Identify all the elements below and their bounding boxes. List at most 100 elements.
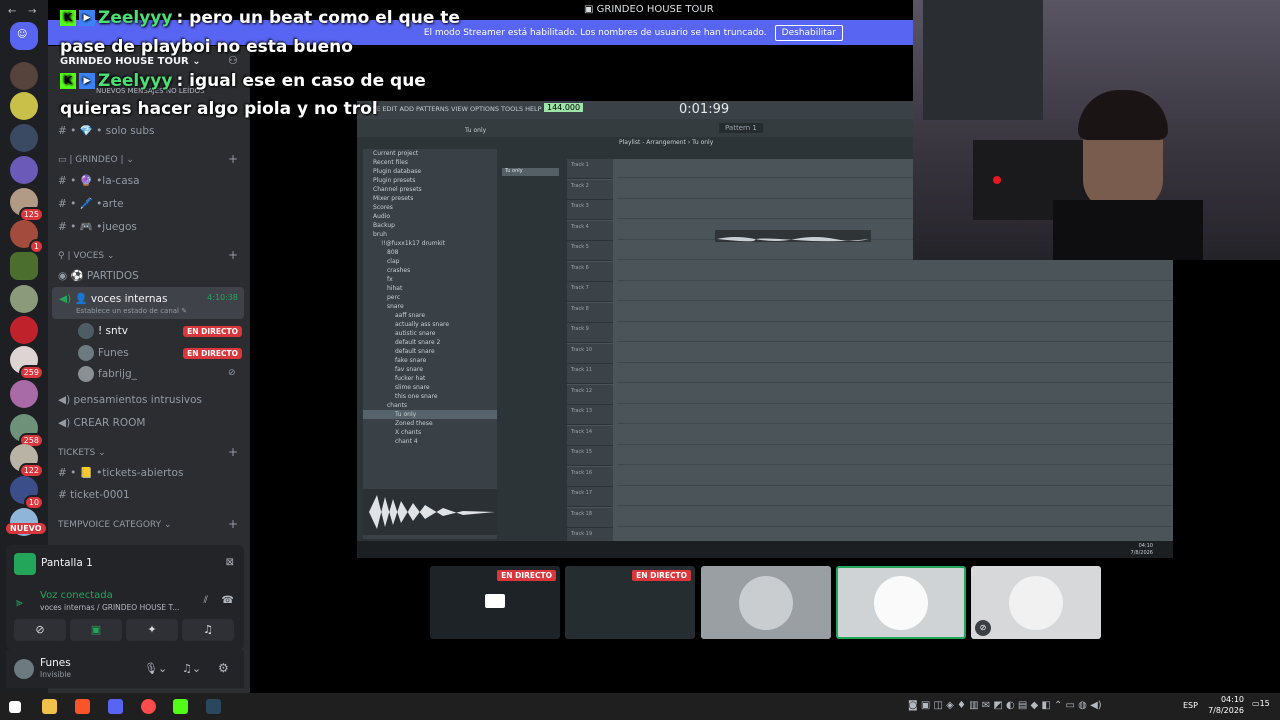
camera-off-button[interactable]: ⊘ — [14, 619, 66, 641]
track-header[interactable]: Track 5 — [567, 241, 613, 261]
track-header[interactable]: Track 14 — [567, 425, 613, 446]
start-icon[interactable] — [9, 701, 21, 713]
track-lane[interactable] — [617, 426, 1173, 445]
track-lane[interactable] — [617, 344, 1173, 363]
server-icon[interactable] — [10, 156, 38, 184]
track-lane[interactable] — [617, 282, 1173, 301]
brave-icon[interactable] — [75, 699, 90, 714]
browser-item[interactable]: Plugin presets — [363, 176, 497, 185]
channel-solo-subs[interactable]: # • 💎 • solo subs — [58, 124, 154, 137]
browser-item[interactable]: default snare 2 — [363, 338, 497, 347]
browser-item[interactable]: Tu only — [363, 410, 497, 419]
browser-item[interactable]: Audio — [363, 212, 497, 221]
stream-thumbnail[interactable]: EN DIRECTO — [430, 566, 560, 639]
track-header[interactable]: Track 2 — [567, 179, 613, 200]
language-indicator[interactable]: ESP — [1183, 701, 1198, 710]
avatar[interactable] — [78, 366, 94, 382]
member-name[interactable]: fabrijg_ — [98, 368, 137, 380]
browser-item[interactable]: aaff snare — [363, 311, 497, 320]
browser-item[interactable]: snare — [363, 302, 497, 311]
browser-item[interactable]: Plugin database — [363, 167, 497, 176]
browser-item[interactable]: fucker hat — [363, 374, 497, 383]
steam-icon[interactable] — [206, 699, 221, 714]
browser-item[interactable]: Zoned these — [363, 419, 497, 428]
soundboard-button[interactable]: ♫ — [182, 619, 234, 641]
browser-item[interactable]: Current project — [363, 149, 497, 158]
headphones-icon[interactable]: ♫⌄ — [182, 662, 201, 675]
track-header[interactable]: Track 7 — [567, 282, 613, 302]
avatar[interactable] — [78, 345, 94, 361]
channel-juegos[interactable]: # • 🎮 •juegos — [58, 220, 137, 233]
browser-item[interactable]: perc — [363, 293, 497, 302]
browser-item[interactable]: autistic snare — [363, 329, 497, 338]
track-lane[interactable] — [617, 303, 1173, 322]
forward-arrow-icon[interactable]: → — [28, 6, 36, 17]
browser-item[interactable]: slime snare — [363, 383, 497, 392]
track-lane[interactable] — [617, 405, 1173, 424]
track-header[interactable]: Track 4 — [567, 220, 613, 241]
track-lane[interactable] — [617, 262, 1173, 281]
participant-tile[interactable] — [836, 566, 966, 639]
discord-icon[interactable] — [108, 699, 123, 714]
clock[interactable]: 04:10 — [1208, 695, 1244, 704]
track-lane[interactable] — [617, 467, 1173, 486]
track-header[interactable]: Track 1 — [567, 159, 613, 179]
track-header[interactable]: Track 17 — [567, 487, 613, 507]
browser-item[interactable]: this one snare — [363, 392, 497, 401]
category-tempvoice[interactable]: TEMPVOICE CATEGORY ⌄ — [58, 520, 172, 530]
track-header[interactable]: Track 6 — [567, 261, 613, 282]
browser-item[interactable]: X chants — [363, 428, 497, 437]
settings-icon[interactable]: ⚙ — [218, 661, 229, 675]
username[interactable]: Funes — [40, 657, 71, 669]
disconnect-icon[interactable]: ☎ — [222, 595, 234, 606]
kick-icon[interactable] — [173, 699, 188, 714]
browser-item[interactable]: crashes — [363, 266, 497, 275]
server-icon[interactable]: 259 — [10, 346, 44, 380]
browser-item[interactable]: actually ass snare — [363, 320, 497, 329]
track-header[interactable]: Track 11 — [567, 364, 613, 384]
server-icon[interactable] — [10, 252, 38, 280]
server-icon[interactable]: 122 — [10, 444, 44, 478]
channel-ticket[interactable]: # ticket-0001 — [58, 489, 130, 501]
voice-channel-active[interactable]: ◀) 👤 4:10:38voces internas 4:10:38 Estab… — [52, 287, 244, 319]
server-icon[interactable] — [10, 124, 38, 152]
browser-item[interactable]: bruh — [363, 230, 497, 239]
track-header[interactable]: Track 12 — [567, 384, 613, 405]
server-icon[interactable]: 258 — [10, 414, 44, 448]
discord-home-icon[interactable]: ☺ — [10, 22, 38, 50]
voice-location[interactable]: voces internas / GRINDEO HOUSE T... — [40, 603, 179, 612]
track-header[interactable]: Track 8 — [567, 302, 613, 323]
track-header[interactable]: Track 9 — [567, 323, 613, 343]
browser-item[interactable]: fx — [363, 275, 497, 284]
add-channel-icon[interactable]: + — [228, 248, 238, 262]
category-tickets[interactable]: TICKETS ⌄ — [58, 448, 106, 458]
track-lane[interactable] — [617, 508, 1173, 527]
browser-item[interactable]: Backup — [363, 221, 497, 230]
track-lane[interactable] — [617, 364, 1173, 383]
track-header[interactable]: Track 13 — [567, 405, 613, 425]
channel-crear-room[interactable]: ◀) CREAR ROOM — [58, 417, 145, 429]
disable-button[interactable]: Deshabilitar — [774, 24, 843, 41]
browser-item[interactable]: chant 4 — [363, 437, 497, 446]
browser-item[interactable]: fav snare — [363, 365, 497, 374]
channel-tickets-abiertos[interactable]: # • 📒 •tickets-abiertos — [58, 466, 183, 479]
browser-item[interactable]: Recent files — [363, 158, 497, 167]
add-channel-icon[interactable]: + — [228, 517, 238, 531]
browser-item[interactable]: default snare — [363, 347, 497, 356]
server-icon[interactable] — [10, 92, 38, 120]
obs-icon[interactable] — [141, 699, 156, 714]
member-name[interactable]: ! sntv — [98, 325, 128, 337]
browser-item[interactable]: !!@fuxx1k17 drumkit — [363, 239, 497, 248]
avatar[interactable] — [78, 323, 94, 339]
server-icon[interactable]: 125 — [10, 188, 44, 222]
add-channel-icon[interactable]: + — [228, 152, 238, 166]
category-grindeo[interactable]: ▭ | GRINDEO | ⌄ — [58, 155, 134, 165]
channel-partidos[interactable]: ◉ ⚽ PARTIDOS — [58, 269, 139, 282]
file-explorer-icon[interactable] — [42, 699, 57, 714]
track-header[interactable]: Track 15 — [567, 446, 613, 466]
close-screen-icon[interactable]: ⊠ — [226, 557, 234, 568]
server-icon[interactable]: 1 — [10, 220, 44, 254]
server-icon[interactable] — [10, 316, 38, 344]
server-name[interactable]: GRINDEO HOUSE TOUR ⌄ — [60, 56, 201, 67]
track-header[interactable]: Track 10 — [567, 343, 613, 364]
